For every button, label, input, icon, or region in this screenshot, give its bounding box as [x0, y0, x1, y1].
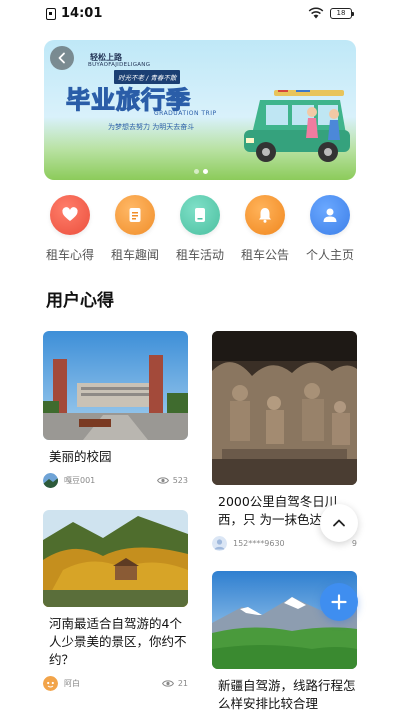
view-count-value: 21 — [177, 678, 188, 688]
category-activity[interactable]: 租车活动 — [170, 195, 230, 263]
post-image — [212, 331, 357, 485]
battery-icon: 18 — [330, 7, 354, 19]
post-image — [43, 331, 188, 440]
post-image — [43, 510, 188, 607]
post-title: 美丽的校园 — [49, 449, 112, 464]
post-meta: 嘎豆001 523 — [43, 472, 188, 488]
view-count-value: 9 — [351, 538, 357, 548]
category-label: 租车心得 — [45, 248, 94, 262]
chevron-up-icon — [333, 519, 345, 527]
post-title: 新疆自驾游，线路行程怎么样安排比较合理 — [218, 678, 356, 711]
category-label: 租车趣闻 — [110, 248, 159, 262]
banner-brand-en: BUYAOFAJIDELIGANG — [88, 62, 151, 68]
banner-tagline: 为梦想去努力 为明天去奋斗 — [108, 123, 195, 131]
view-count-value: 523 — [172, 475, 188, 485]
add-post-button[interactable] — [320, 583, 358, 621]
eye-icon — [156, 476, 169, 484]
carousel-dot[interactable] — [194, 169, 199, 174]
scroll-top-button[interactable] — [320, 504, 358, 542]
section-title: 用户心得 — [46, 291, 114, 311]
category-notice[interactable]: 租车公告 — [235, 195, 295, 263]
category-label: 租车公告 — [240, 248, 289, 262]
post-author: 152****9630 — [233, 538, 285, 548]
avatar — [212, 535, 227, 551]
person-icon — [310, 195, 350, 235]
banner-subtitle: GRADUATION TRIP — [154, 110, 217, 117]
bell-icon — [245, 195, 285, 235]
category-funny[interactable]: 租车趣闻 — [105, 195, 165, 263]
post-card[interactable]: 河南最适合自驾游的4个人少景美的景区，你约不约？ 阿白 21 — [43, 510, 188, 691]
chevron-left-icon — [58, 52, 65, 64]
carousel-dot-active[interactable] — [203, 169, 208, 174]
category-profile[interactable]: 个人主页 — [300, 195, 360, 263]
plus-icon — [331, 594, 347, 610]
view-count: 21 — [161, 678, 188, 688]
document-icon — [115, 195, 155, 235]
status-bar: 14:01 18 — [0, 0, 400, 28]
status-time: 14:01 — [61, 6, 103, 21]
category-label: 个人主页 — [305, 248, 354, 262]
promo-banner[interactable]: 轻松上路 BUYAOFAJIDELIGANG 时光不老 / 青春不散 毕业旅行季… — [44, 40, 356, 180]
category-label: 租车活动 — [175, 248, 224, 262]
notification-icon — [46, 7, 56, 20]
wifi-icon — [308, 7, 324, 19]
post-title: 河南最适合自驾游的4个人少景美的景区，你约不约？ — [49, 616, 187, 667]
category-nav: 租车心得 租车趣闻 租车活动 租车公告 个人主页 — [40, 195, 360, 263]
category-experience[interactable]: 租车心得 — [40, 195, 100, 263]
post-card[interactable]: 美丽的校园 嘎豆001 523 — [43, 331, 188, 488]
avatar — [43, 472, 58, 488]
avatar — [43, 675, 58, 691]
eye-icon — [161, 679, 174, 687]
carousel-indicator — [194, 169, 208, 174]
post-meta: 阿白 21 — [43, 675, 188, 691]
view-count: 9 — [352, 539, 357, 548]
back-button[interactable] — [50, 46, 74, 70]
memo-icon — [180, 195, 220, 235]
car-illustration — [244, 90, 350, 162]
post-author: 嘎豆001 — [64, 475, 96, 485]
heart-icon — [50, 195, 90, 235]
post-author: 阿白 — [64, 678, 80, 688]
view-count: 523 — [156, 475, 188, 485]
